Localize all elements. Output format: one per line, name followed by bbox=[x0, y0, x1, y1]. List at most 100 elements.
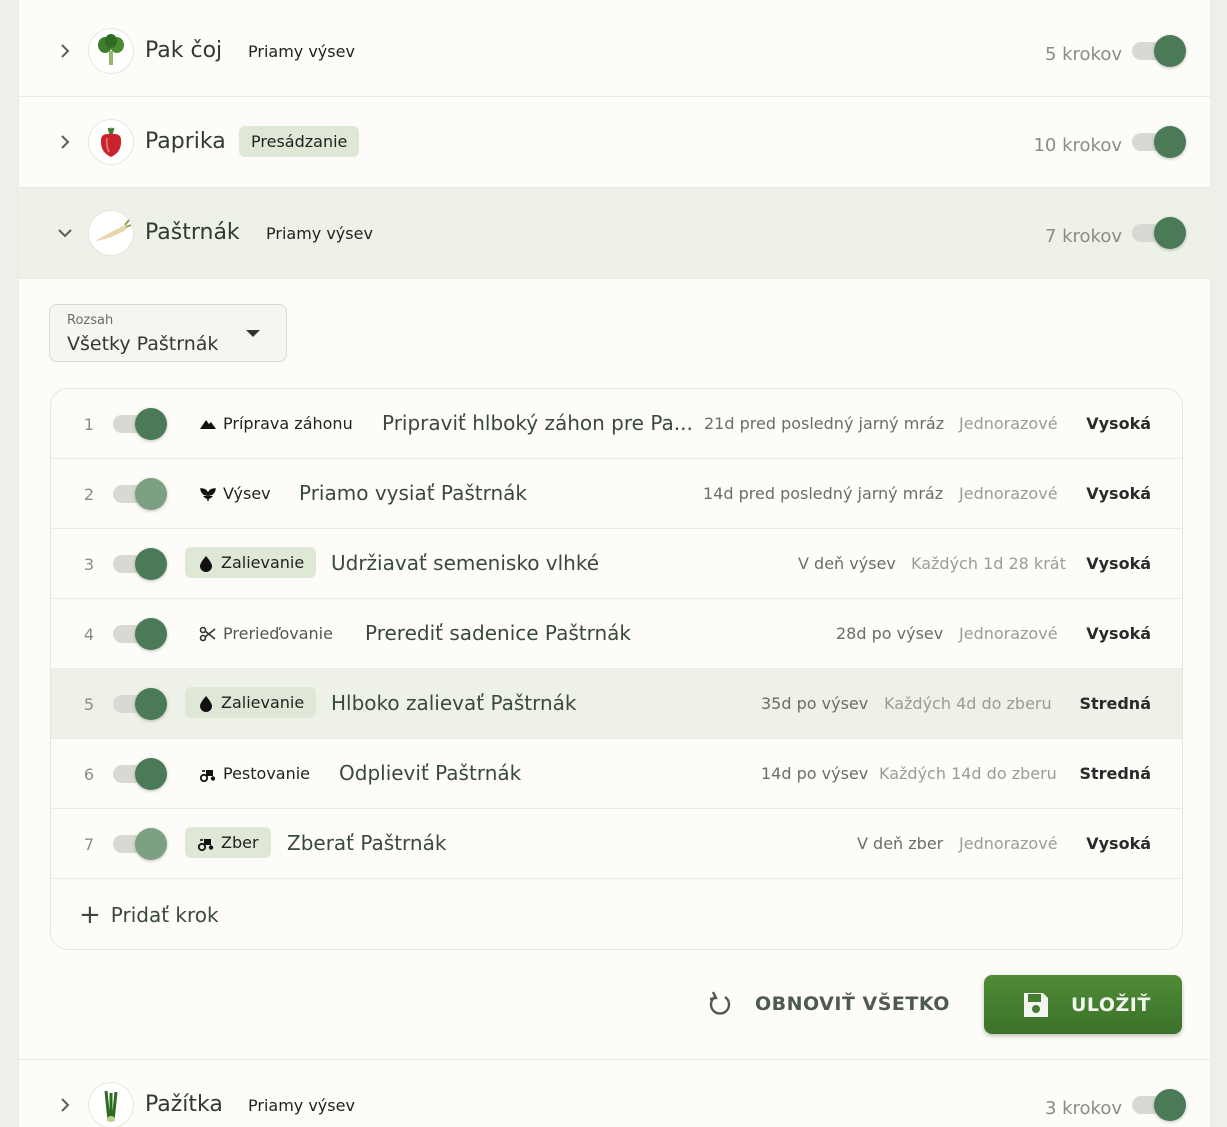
scope-label: Rozsah bbox=[67, 313, 114, 328]
tractor-icon bbox=[197, 838, 214, 851]
step-repeat: Každých 14d do zberu bbox=[879, 764, 1057, 783]
step-category-label: Zalievanie bbox=[221, 693, 305, 712]
crop-row-paprika[interactable]: Paprika Presádzanie 10 krokov bbox=[19, 97, 1212, 188]
step-number: 3 bbox=[83, 555, 95, 574]
crop-toggle[interactable] bbox=[1132, 217, 1186, 249]
tractor-icon bbox=[199, 769, 216, 782]
mountain-icon bbox=[200, 419, 216, 429]
step-repeat: Jednorazové bbox=[959, 834, 1058, 853]
water-drop-icon bbox=[200, 695, 212, 712]
chevron-down-icon[interactable] bbox=[55, 223, 75, 243]
step-category: Zber bbox=[185, 827, 271, 858]
crop-method-tag: Presádzanie bbox=[239, 126, 360, 157]
step-timing: V deň výsev bbox=[798, 554, 896, 573]
step-title[interactable]: Pripraviť hlboký záhon pre Pa... bbox=[382, 411, 693, 435]
step-category: Prerieďovanie bbox=[199, 624, 333, 643]
step-category: Pestovanie bbox=[199, 764, 310, 783]
bok-choy-icon bbox=[89, 29, 133, 73]
reset-all-button[interactable]: OBNOVIŤ VŠETKO bbox=[705, 986, 950, 1022]
step-number: 2 bbox=[83, 485, 95, 504]
crop-toggle[interactable] bbox=[1132, 35, 1186, 67]
crop-row-pak-choi[interactable]: Pak čoj Priamy výsev 5 krokov bbox=[19, 6, 1212, 97]
step-toggle[interactable] bbox=[113, 758, 167, 790]
chives-icon bbox=[89, 1083, 133, 1127]
step-repeat: Jednorazové bbox=[959, 484, 1058, 503]
step-title[interactable]: Hlboko zalievať Paštrnák bbox=[331, 691, 577, 715]
step-repeat: Každých 1d 28 krát bbox=[911, 554, 1066, 573]
sprout-icon bbox=[200, 487, 216, 501]
step-category-label: Prerieďovanie bbox=[223, 624, 333, 643]
step-category: Výsev bbox=[199, 484, 271, 503]
step-row[interactable]: 3 Zalievanie Udržiavať semenisko vlhké V… bbox=[51, 529, 1182, 599]
step-priority: Vysoká bbox=[1086, 834, 1151, 853]
step-priority: Stredná bbox=[1079, 764, 1151, 783]
step-priority: Vysoká bbox=[1086, 414, 1151, 433]
step-title[interactable]: Zberať Paštrnák bbox=[287, 831, 446, 855]
step-timing: 21d pred posledný jarný mráz bbox=[704, 414, 945, 433]
step-category-label: Príprava záhonu bbox=[223, 414, 353, 433]
refresh-icon bbox=[709, 991, 731, 1015]
step-category-label: Výsev bbox=[223, 484, 271, 503]
save-button[interactable]: ULOŽIŤ bbox=[984, 975, 1182, 1034]
step-timing: 14d pred posledný jarný mráz bbox=[703, 484, 944, 503]
crop-method-tag: Priamy výsev bbox=[266, 224, 373, 243]
step-toggle[interactable] bbox=[113, 408, 167, 440]
scope-select[interactable]: Rozsah Všetky Paštrnák bbox=[49, 304, 287, 362]
step-timing: V deň zber bbox=[857, 834, 944, 853]
step-row[interactable]: 4 Prerieďovanie Prerediť sadenice Paštrn… bbox=[51, 599, 1182, 669]
step-category: Zalievanie bbox=[185, 547, 317, 578]
crop-name: Pažítka bbox=[145, 1092, 223, 1117]
crop-step-count: 5 krokov bbox=[1044, 44, 1122, 65]
water-drop-icon bbox=[200, 555, 212, 572]
crop-step-count: 10 krokov bbox=[1033, 135, 1122, 156]
crop-list-card: Pak čoj Priamy výsev 5 krokov Paprika Pr… bbox=[18, 0, 1212, 1127]
plus-icon: + bbox=[79, 900, 101, 930]
step-priority: Vysoká bbox=[1086, 484, 1151, 503]
reset-all-label: OBNOVIŤ VŠETKO bbox=[755, 993, 950, 1015]
floppy-disk-icon bbox=[1024, 992, 1048, 1017]
crop-method-tag: Priamy výsev bbox=[248, 42, 355, 61]
step-row[interactable]: 2 Výsev Priamo vysiať Paštrnák 14d pred … bbox=[51, 459, 1182, 529]
step-number: 1 bbox=[83, 415, 95, 434]
step-toggle[interactable] bbox=[113, 548, 167, 580]
chevron-right-icon[interactable] bbox=[55, 132, 75, 152]
crop-step-count: 7 krokov bbox=[1044, 226, 1122, 247]
step-category: Zalievanie bbox=[185, 687, 317, 718]
chevron-right-icon[interactable] bbox=[55, 41, 75, 61]
step-timing: 35d po výsev bbox=[761, 694, 869, 713]
parsnip-icon bbox=[89, 211, 133, 255]
crop-name: Paprika bbox=[145, 129, 226, 154]
scissors-icon bbox=[199, 626, 216, 641]
chevron-right-icon[interactable] bbox=[55, 1095, 75, 1115]
step-title[interactable]: Prerediť sadenice Paštrnák bbox=[365, 621, 631, 645]
step-title[interactable]: Udržiavať semenisko vlhké bbox=[331, 551, 599, 575]
step-toggle[interactable] bbox=[113, 688, 167, 720]
step-repeat: Každých 4d do zberu bbox=[884, 694, 1052, 713]
add-step-button[interactable]: + Pridať krok bbox=[79, 900, 219, 930]
step-repeat: Jednorazové bbox=[959, 624, 1058, 643]
crop-row-chives[interactable]: Pažítka Priamy výsev 3 krokov bbox=[19, 1059, 1212, 1127]
step-priority: Stredná bbox=[1079, 694, 1151, 713]
step-category-label: Zalievanie bbox=[221, 553, 305, 572]
step-number: 5 bbox=[83, 695, 95, 714]
step-priority: Vysoká bbox=[1086, 624, 1151, 643]
crop-row-parsnip[interactable]: Paštrnák Priamy výsev 7 krokov bbox=[19, 188, 1212, 279]
crop-toggle[interactable] bbox=[1132, 126, 1186, 158]
step-toggle[interactable] bbox=[113, 478, 167, 510]
crop-name: Paštrnák bbox=[145, 220, 240, 245]
step-title[interactable]: Odplieviť Paštrnák bbox=[339, 761, 521, 785]
step-toggle[interactable] bbox=[113, 828, 167, 860]
step-timing: 14d po výsev bbox=[761, 764, 869, 783]
step-row[interactable]: 5 Zalievanie Hlboko zalievať Paštrnák 35… bbox=[51, 669, 1182, 739]
step-title[interactable]: Priamo vysiať Paštrnák bbox=[299, 481, 527, 505]
step-category-label: Zber bbox=[221, 833, 259, 852]
step-toggle[interactable] bbox=[113, 618, 167, 650]
step-row[interactable]: 1 Príprava záhonu Pripraviť hlboký záhon… bbox=[51, 389, 1182, 459]
step-row[interactable]: 6 Pestovanie Odplieviť Paštrnák 14d po v… bbox=[51, 739, 1182, 809]
steps-list: 1 Príprava záhonu Pripraviť hlboký záhon… bbox=[50, 388, 1183, 950]
step-row[interactable]: 7 Zber Zberať Paštrnák V deň zber Jednor… bbox=[51, 809, 1182, 879]
pepper-icon bbox=[89, 120, 133, 164]
crop-toggle[interactable] bbox=[1132, 1089, 1186, 1121]
step-repeat: Jednorazové bbox=[959, 414, 1058, 433]
step-number: 7 bbox=[83, 835, 95, 854]
